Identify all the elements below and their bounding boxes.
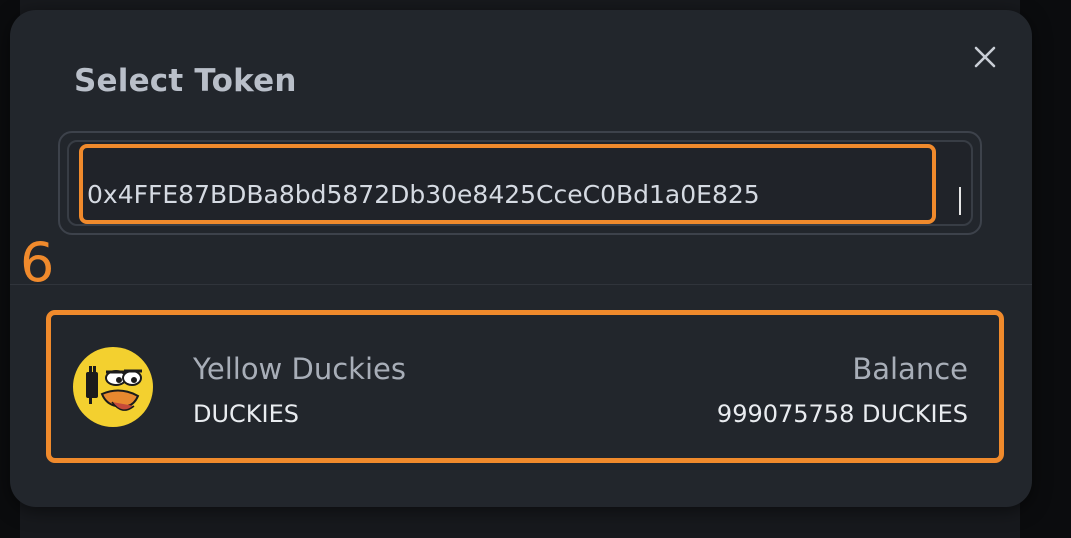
token-search-field [58, 131, 982, 235]
token-list-item[interactable]: Yellow Duckies DUCKIES Balance 999075758… [56, 318, 996, 454]
balance-value: 999075758 DUCKIES [716, 400, 968, 428]
duck-avatar-icon [73, 347, 153, 427]
divider [10, 284, 1032, 285]
token-symbol: DUCKIES [193, 400, 300, 428]
text-caret [959, 187, 961, 215]
token-search-inner [67, 140, 973, 226]
close-button[interactable] [968, 40, 1002, 74]
close-icon [974, 46, 996, 68]
annotation-step-number: 6 [20, 231, 55, 294]
modal-title: Select Token [74, 63, 297, 99]
token-name: Yellow Duckies [193, 352, 406, 386]
token-address-input[interactable] [87, 174, 907, 214]
balance-label: Balance [852, 352, 968, 386]
